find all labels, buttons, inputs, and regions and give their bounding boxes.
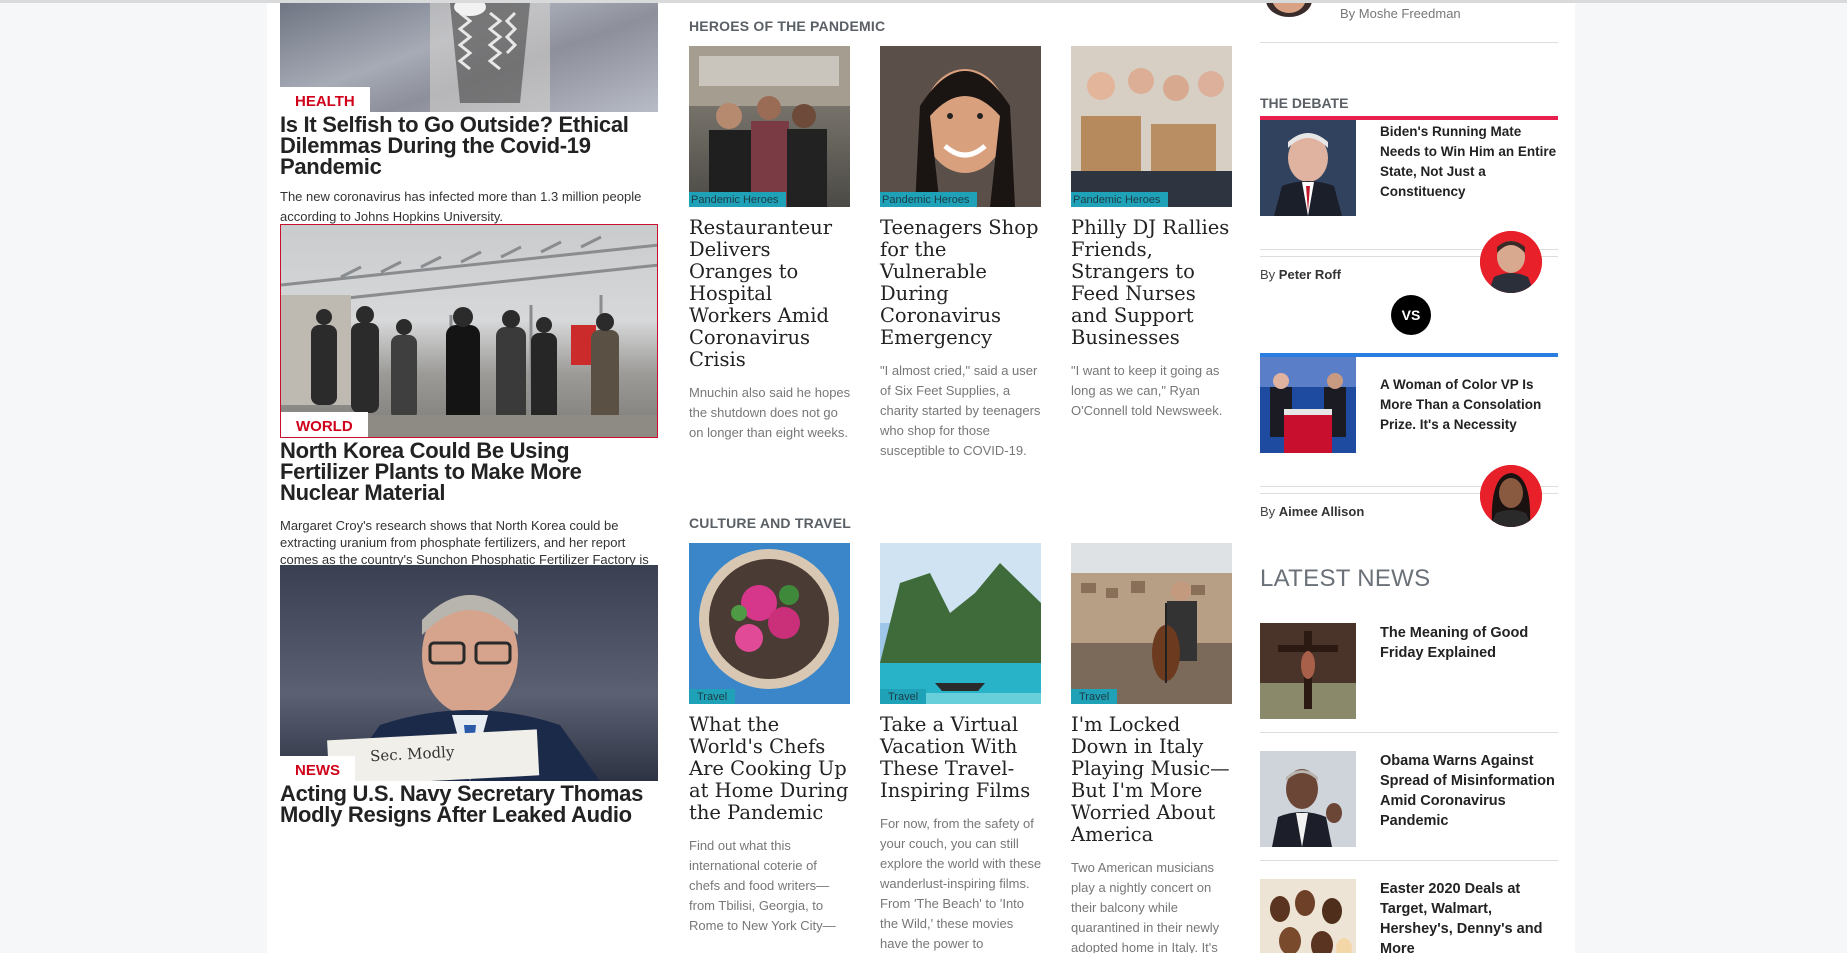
card-image[interactable]: Travel xyxy=(689,543,850,704)
card-badge[interactable]: Pandemic Heroes xyxy=(880,192,978,207)
italy-balcony-image xyxy=(1071,543,1232,704)
author-avatar xyxy=(1480,465,1542,527)
divider xyxy=(1260,732,1558,733)
article-headline[interactable]: North Korea Could Be Using Fertilizer Pl… xyxy=(280,440,658,504)
card-title[interactable]: Restauranteur Delivers Oranges to Hospit… xyxy=(689,217,851,371)
card-image[interactable]: Travel xyxy=(1071,543,1232,704)
travel-card[interactable]: Travel Take a Virtual Vacation With Thes… xyxy=(880,543,1042,953)
card-title[interactable]: I'm Locked Down in Italy Playing Music—B… xyxy=(1071,714,1233,846)
category-tag[interactable]: HEALTH xyxy=(280,87,370,112)
kitchen-image xyxy=(689,46,850,207)
news-title-link[interactable]: Obama Warns Against Spread of Misinforma… xyxy=(1380,751,1558,831)
obama-image xyxy=(1260,751,1356,847)
factory-image xyxy=(281,235,657,437)
category-tag[interactable]: NEWS xyxy=(280,756,355,781)
vs-badge: VS xyxy=(1391,295,1431,335)
card-title[interactable]: Teenagers Shop for the Vulnerable During… xyxy=(880,217,1042,349)
by-label: By xyxy=(1260,267,1276,282)
modly-image xyxy=(327,595,600,781)
crucifix-image xyxy=(1260,623,1356,719)
card-badge[interactable]: Travel xyxy=(689,689,736,704)
article-news[interactable]: NEWS Sec. Modly Acting U.S. Navy Secreta… xyxy=(280,565,658,826)
author-avatar xyxy=(1266,3,1312,17)
card-image[interactable]: Pandemic Heroes xyxy=(1071,46,1232,207)
latest-news-item[interactable]: Obama Warns Against Spread of Misinforma… xyxy=(1260,751,1558,847)
section-title-culture[interactable]: CULTURE AND TRAVEL xyxy=(689,515,851,531)
top-byline[interactable]: By Moshe Freedman xyxy=(1340,6,1461,21)
debate-thumbnail[interactable] xyxy=(1260,357,1356,453)
latest-news-item[interactable]: Easter 2020 Deals at Target, Walmart, He… xyxy=(1260,879,1558,953)
hero-card[interactable]: Pandemic Heroes Restauranteur Delivers O… xyxy=(689,46,851,443)
food-bowl-image xyxy=(689,543,850,704)
author-avatar xyxy=(1480,231,1542,293)
author-name[interactable]: Peter Roff xyxy=(1279,267,1341,282)
card-image[interactable]: Travel xyxy=(880,543,1041,704)
teen-portrait-image xyxy=(880,46,1041,207)
hero-card[interactable]: Pandemic Heroes Teenagers Shop for the V… xyxy=(880,46,1042,461)
card-badge[interactable]: Pandemic Heroes xyxy=(1071,192,1169,207)
card-description: Two American musicians play a nightly co… xyxy=(1071,860,1220,953)
debate-byline[interactable]: By Peter Roff xyxy=(1260,267,1341,282)
news-thumbnail[interactable] xyxy=(1260,751,1356,847)
newsweek-page: HEALTH Is It Selfish to Go Outside? Ethi… xyxy=(267,3,1575,953)
article-image[interactable]: NEWS Sec. Modly xyxy=(280,565,658,781)
debate-title[interactable]: THE DEBATE xyxy=(1260,95,1348,111)
article-headline[interactable]: Acting U.S. Navy Secretary Thomas Modly … xyxy=(280,783,658,826)
aimee-allison-image xyxy=(1480,465,1542,527)
article-world[interactable]: WORLD North Korea Could Be Using Fertili… xyxy=(280,224,658,585)
card-description: Find out what this international coterie… xyxy=(689,838,836,933)
section-title-heroes[interactable]: HEROES OF THE PANDEMIC xyxy=(689,18,885,34)
divider xyxy=(1260,42,1558,43)
card-title[interactable]: Philly DJ Rallies Friends, Strangers to … xyxy=(1071,217,1233,349)
article-health[interactable]: HEALTH Is It Selfish to Go Outside? Ethi… xyxy=(280,3,658,227)
article-headline[interactable]: Is It Selfish to Go Outside? Ethical Dil… xyxy=(280,114,658,178)
latest-news-title[interactable]: LATEST NEWS xyxy=(1260,565,1430,593)
latest-news-item[interactable]: The Meaning of Good Friday Explained xyxy=(1260,623,1558,719)
pizza-boxes-image xyxy=(1071,46,1232,207)
article-image[interactable]: WORLD xyxy=(280,224,658,438)
debate-thumbnail[interactable] xyxy=(1260,120,1356,216)
card-title[interactable]: What the World's Chefs Are Cooking Up at… xyxy=(689,714,851,824)
card-image[interactable]: Pandemic Heroes xyxy=(880,46,1041,207)
by-label: By xyxy=(1260,504,1276,519)
article-description: The new coronavirus has infected more th… xyxy=(280,189,642,224)
hero-card[interactable]: Pandemic Heroes Philly DJ Rallies Friend… xyxy=(1071,46,1233,421)
card-badge[interactable]: Travel xyxy=(880,689,927,704)
news-title-link[interactable]: Easter 2020 Deals at Target, Walmart, He… xyxy=(1380,879,1558,953)
news-title-link[interactable]: The Meaning of Good Friday Explained xyxy=(1380,623,1558,663)
card-description: Mnuchin also said he hopes the shutdown … xyxy=(689,385,851,440)
card-image[interactable]: Pandemic Heroes xyxy=(689,46,850,207)
debate-item[interactable]: A Woman of Color VP Is More Than a Conso… xyxy=(1260,357,1558,453)
card-badge[interactable]: Travel xyxy=(1071,689,1118,704)
debate-title-link[interactable]: A Woman of Color VP Is More Than a Conso… xyxy=(1380,375,1558,435)
beach-image xyxy=(880,543,1041,704)
debate-byline[interactable]: By Aimee Allison xyxy=(1260,504,1364,519)
card-title[interactable]: Take a Virtual Vacation With These Trave… xyxy=(880,714,1042,802)
category-tag[interactable]: WORLD xyxy=(281,412,368,437)
card-description: "I almost cried," said a user of Six Fee… xyxy=(880,363,1041,458)
card-description: For now, from the safety of your couch, … xyxy=(880,816,1042,951)
travel-card[interactable]: Travel I'm Locked Down in Italy Playing … xyxy=(1071,543,1233,953)
news-thumbnail[interactable] xyxy=(1260,623,1356,719)
debate-title-link[interactable]: Biden's Running Mate Needs to Win Him an… xyxy=(1380,122,1558,202)
debate-item[interactable]: Biden's Running Mate Needs to Win Him an… xyxy=(1260,120,1558,216)
easter-eggs-image xyxy=(1260,879,1356,953)
news-thumbnail[interactable] xyxy=(1260,879,1356,953)
article-image[interactable]: HEALTH xyxy=(280,3,658,112)
card-description: "I want to keep it going as long as we c… xyxy=(1071,363,1223,418)
travel-card[interactable]: Travel What the World's Chefs Are Cookin… xyxy=(689,543,851,936)
peter-roff-image xyxy=(1480,231,1542,293)
biden-image xyxy=(1260,120,1356,216)
divider xyxy=(1260,860,1558,861)
card-badge[interactable]: Pandemic Heroes xyxy=(689,192,787,207)
debate-stage-image xyxy=(1260,357,1356,453)
author-name[interactable]: Aimee Allison xyxy=(1279,504,1364,519)
